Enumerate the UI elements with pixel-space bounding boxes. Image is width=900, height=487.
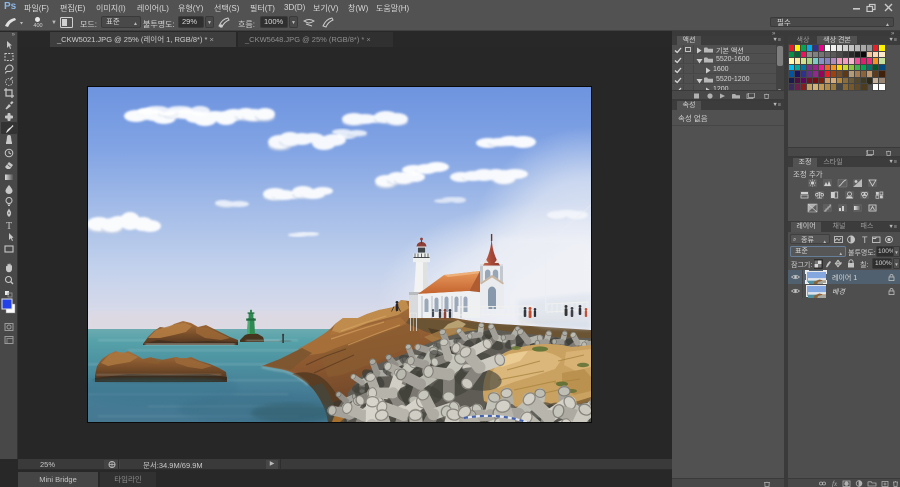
svg-text:fx: fx (832, 480, 838, 487)
svg-text:T: T (862, 235, 868, 244)
svg-text:T: T (6, 221, 12, 232)
